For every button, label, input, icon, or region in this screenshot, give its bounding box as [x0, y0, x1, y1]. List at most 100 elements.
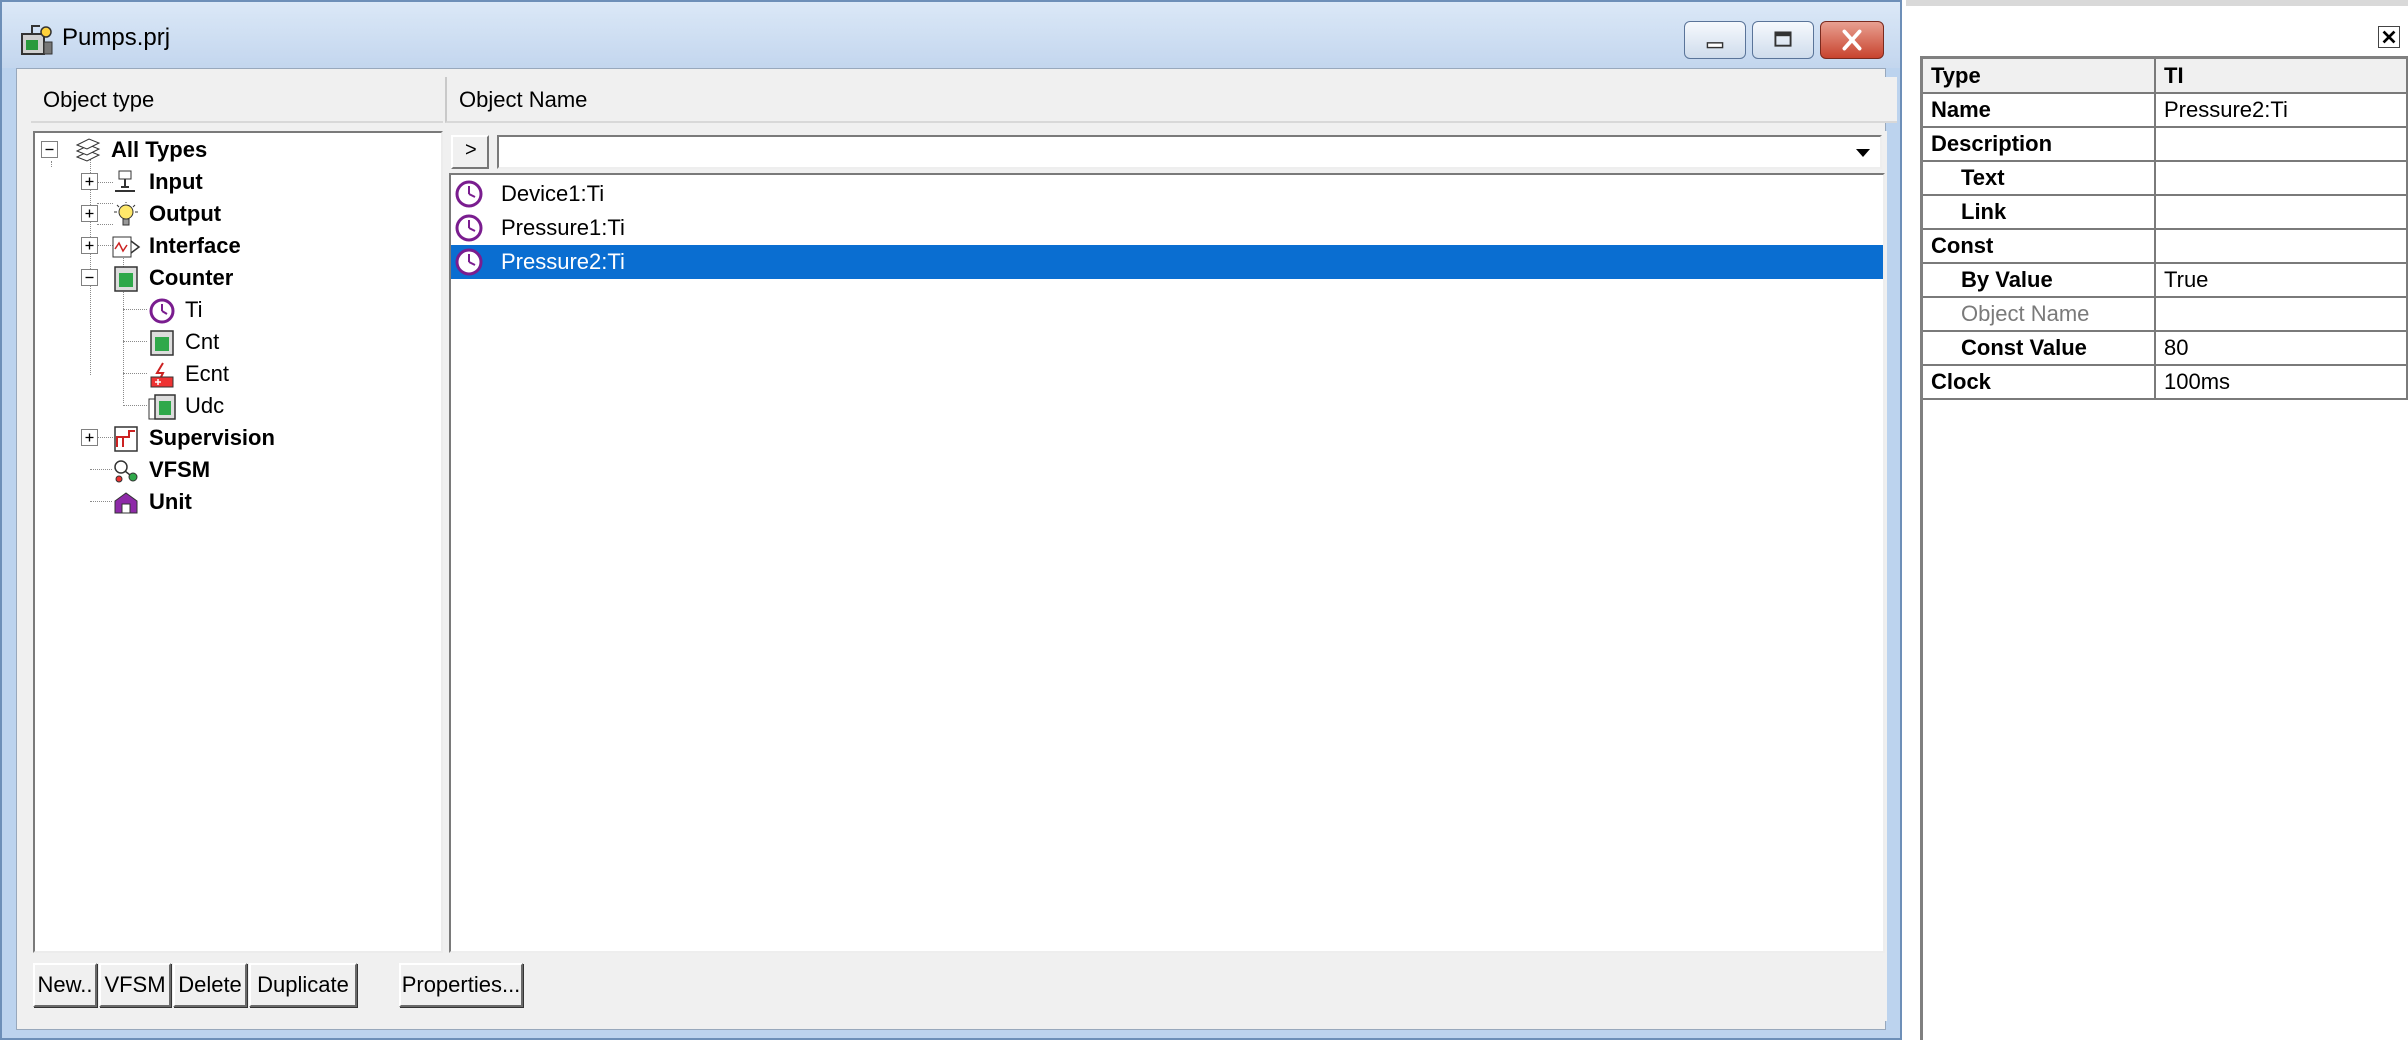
property-key: Link: [1923, 195, 2156, 230]
collapse-icon[interactable]: [81, 269, 98, 286]
object-name-header[interactable]: Object Name: [445, 77, 1897, 123]
filter-combobox[interactable]: [497, 135, 1882, 169]
object-list[interactable]: Device1:Ti Pressure1:Ti Pressure2:Ti: [449, 173, 1885, 953]
property-key: Name: [1923, 93, 2156, 128]
close-icon: [1842, 29, 1862, 51]
tree-item-interface[interactable]: Interface: [35, 231, 435, 261]
vfsm-button[interactable]: VFSM: [99, 963, 171, 1007]
property-key: Text: [1923, 161, 2156, 196]
property-value[interactable]: [2155, 195, 2408, 230]
clock-icon: [149, 298, 175, 324]
property-value[interactable]: TI: [2155, 59, 2408, 94]
expand-icon[interactable]: [81, 205, 98, 222]
tree-item-label: VFSM: [149, 457, 211, 482]
property-row-by-value[interactable]: By Value True: [1923, 263, 2408, 298]
duplicate-button[interactable]: Duplicate: [249, 963, 357, 1007]
tree-item-label: Input: [149, 169, 203, 194]
filter-button[interactable]: >: [451, 135, 489, 169]
tree-item-supervision[interactable]: Supervision: [35, 423, 435, 453]
clock-icon: [455, 214, 483, 242]
object-type-tree[interactable]: All Types Input Output Interface Counter…: [33, 131, 443, 953]
property-value[interactable]: [2155, 127, 2408, 162]
event-counter-icon: [150, 362, 174, 388]
minimize-icon: [1706, 42, 1724, 49]
app-icon: [21, 25, 53, 55]
input-icon: [115, 170, 135, 192]
tree-item-label: Ecnt: [185, 361, 230, 386]
property-row-object-name[interactable]: Object Name: [1923, 297, 2408, 332]
property-row-description[interactable]: Description: [1923, 127, 2408, 162]
object-list-panel: > Device1:Ti Pressure1:Ti Pressure2:Ti: [447, 131, 1887, 1021]
properties-grid: Type TI Name Pressure2:Ti Description Te…: [1923, 59, 2408, 400]
expand-icon[interactable]: [81, 173, 98, 190]
tree-item-label: Ti: [185, 297, 203, 322]
close-button[interactable]: [1820, 21, 1884, 59]
restore-button[interactable]: [1752, 21, 1814, 59]
project-window: Pumps.prj Object type Object Name All Ty…: [0, 0, 1902, 1040]
object-type-header[interactable]: Object type: [31, 77, 443, 123]
minimize-button[interactable]: [1684, 21, 1746, 59]
property-key: By Value: [1923, 263, 2156, 298]
property-row-clock[interactable]: Clock 100ms: [1923, 365, 2408, 400]
close-pane-button[interactable]: [2378, 26, 2400, 48]
property-row-const-value[interactable]: Const Value 80: [1923, 331, 2408, 366]
property-row-type[interactable]: Type TI: [1923, 59, 2408, 94]
restore-icon: [1774, 31, 1792, 47]
counter-icon: [150, 330, 174, 356]
property-value[interactable]: Pressure2:Ti: [2155, 93, 2408, 128]
unit-icon: [114, 492, 138, 514]
window-title: Pumps.prj: [62, 24, 171, 51]
tree-item-counter[interactable]: Counter: [35, 263, 435, 293]
tree-item-ti[interactable]: Ti: [35, 295, 435, 325]
object-name: Pressure2:Ti: [501, 249, 625, 274]
tree-item-ecnt[interactable]: Ecnt: [35, 359, 435, 389]
property-key: Description: [1923, 127, 2156, 162]
tree-item-all-types[interactable]: All Types: [35, 135, 435, 165]
list-item-selected[interactable]: Pressure2:Ti: [451, 245, 1883, 279]
counter-icon: [114, 266, 138, 292]
properties-button[interactable]: Properties...: [399, 963, 523, 1007]
property-value[interactable]: True: [2155, 263, 2408, 298]
supervision-icon: [114, 426, 138, 452]
title-bar[interactable]: Pumps.prj: [2, 2, 1900, 68]
property-value[interactable]: 100ms: [2155, 365, 2408, 400]
tree-item-label: Supervision: [149, 425, 275, 450]
tree-item-udc[interactable]: Udc: [35, 391, 435, 421]
tree-item-input[interactable]: Input: [35, 167, 435, 197]
all-types-icon: [75, 138, 101, 162]
property-value[interactable]: [2155, 161, 2408, 196]
property-value[interactable]: [2155, 297, 2408, 332]
new-button[interactable]: New..: [33, 963, 97, 1007]
property-row-name[interactable]: Name Pressure2:Ti: [1923, 93, 2408, 128]
property-row-link[interactable]: Link: [1923, 195, 2408, 230]
interface-icon: [112, 236, 141, 258]
up-down-counter-icon: [148, 394, 176, 420]
object-name: Device1:Ti: [501, 181, 605, 206]
filter-button-label: >: [465, 139, 477, 161]
collapse-icon[interactable]: [41, 141, 58, 158]
property-value[interactable]: 80: [2155, 331, 2408, 366]
tree-item-unit[interactable]: Unit: [35, 487, 435, 517]
tree-item-label: Output: [149, 201, 222, 226]
dropdown-arrow-icon[interactable]: [1848, 139, 1878, 165]
property-value[interactable]: [2155, 229, 2408, 264]
window-client: Object type Object Name All Types Input …: [16, 68, 1897, 1030]
tree-item-output[interactable]: Output: [35, 199, 435, 229]
clock-icon: [455, 180, 483, 208]
expand-icon[interactable]: [81, 429, 98, 446]
property-row-text[interactable]: Text: [1923, 161, 2408, 196]
close-icon: [2382, 30, 2396, 44]
tree-item-label: Unit: [149, 489, 192, 514]
property-row-const[interactable]: Const: [1923, 229, 2408, 264]
tree-item-vfsm[interactable]: VFSM: [35, 455, 435, 485]
tree-item-cnt[interactable]: Cnt: [35, 327, 435, 357]
property-key: Type: [1923, 59, 2156, 94]
expand-icon[interactable]: [81, 237, 98, 254]
tree-item-label: Counter: [149, 265, 234, 290]
state-machine-icon: [114, 460, 138, 483]
list-item[interactable]: Pressure1:Ti: [451, 211, 1883, 245]
object-name: Pressure1:Ti: [501, 215, 625, 240]
property-key: Object Name: [1923, 297, 2156, 332]
delete-button[interactable]: Delete: [173, 963, 247, 1007]
list-item[interactable]: Device1:Ti: [451, 177, 1883, 211]
